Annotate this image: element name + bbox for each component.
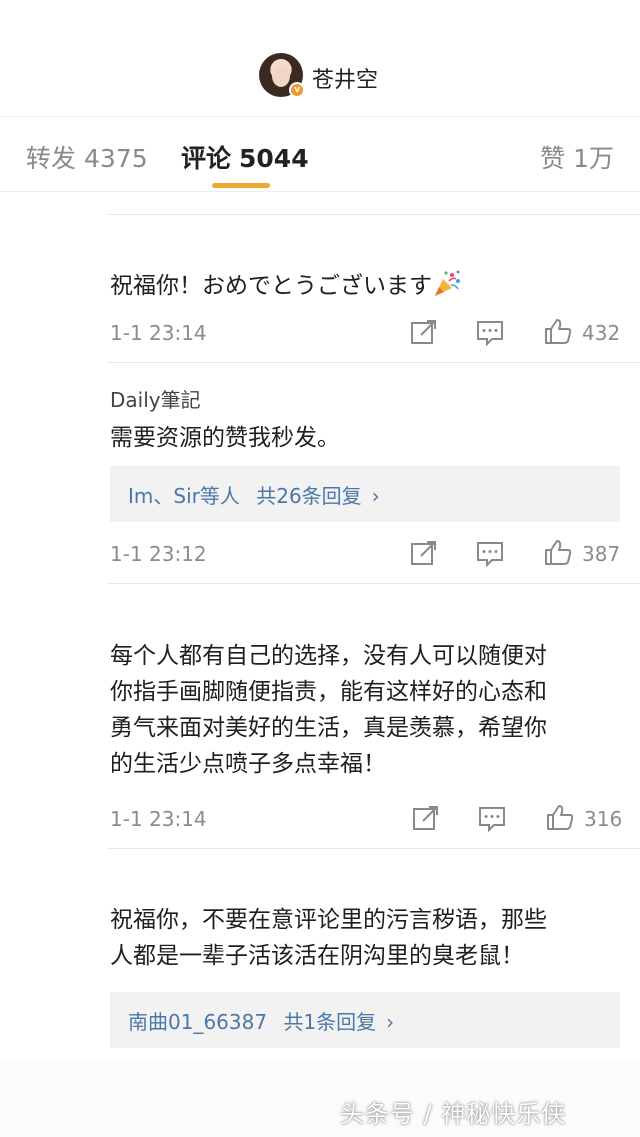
tab-bar: 转发 4375 评论 5044 赞 1万 (0, 116, 640, 192)
party-popper-icon (435, 270, 460, 296)
replies-preview[interactable]: 南曲01_66387 共1条回复 › (110, 992, 620, 1048)
like-count: 387 (582, 542, 621, 566)
comment-text-line: 每个人都有自己的选择，没有人可以随便对 (110, 643, 547, 669)
commenter-name[interactable]: Daily筆記 (110, 384, 201, 413)
comment-text: 祝福你，不要在意评论里的污言秽语，那些 人都是一辈子活该活在阴沟里的臭老鼠！ (110, 902, 630, 974)
comment-divider (108, 848, 640, 849)
tab-repost[interactable]: 转发 4375 (26, 139, 148, 175)
verified-badge-icon: v (289, 82, 305, 98)
chevron-right-icon: › (371, 484, 380, 508)
comment-divider (108, 214, 640, 215)
replies-preview[interactable]: Im、Sir等人 共26条回复 › (110, 466, 620, 522)
comment-divider (108, 583, 640, 584)
tab-comments-count: 5044 (239, 144, 309, 173)
comment-text-line: 祝福你，不要在意评论里的污言秽语，那些 (110, 907, 547, 933)
like-icon[interactable] (545, 803, 575, 831)
like-count: 432 (582, 321, 621, 345)
tab-comments-label: 评论 (181, 144, 232, 173)
comment-divider (108, 362, 640, 363)
like-icon[interactable] (543, 317, 573, 345)
comment-time: 1-1 23:12 (110, 542, 207, 566)
replies-link[interactable]: 南曲01_66387 共1条回复 › (128, 1006, 394, 1035)
tab-likes-count: 1万 (573, 144, 614, 173)
like-icon[interactable] (543, 538, 573, 566)
comment-text: 每个人都有自己的选择，没有人可以随便对 你指手画脚随便指责，能有这样好的心态和 … (110, 638, 630, 782)
reply-users: Im、Sir等人 (128, 484, 240, 508)
tab-likes-label: 赞 (540, 144, 566, 173)
comment-text-content: 祝福你！おめでとうございます (110, 273, 432, 299)
reply-users: 南曲01_66387 (128, 1010, 268, 1034)
username[interactable]: 苍井空 (312, 62, 378, 94)
comment-text: 需要资源的赞我秒发。 (110, 425, 340, 451)
comment-icon[interactable] (475, 539, 505, 567)
like-count: 316 (584, 807, 623, 831)
comment-icon[interactable] (475, 318, 505, 346)
tab-repost-label: 转发 (26, 144, 77, 173)
chevron-right-icon: › (386, 1010, 395, 1034)
tab-repost-count: 4375 (84, 144, 148, 173)
reply-count: 共26条回复 (256, 484, 362, 508)
comment-text-line: 人都是一辈子活该活在阴沟里的臭老鼠！ (110, 943, 524, 969)
comment-time: 1-1 23:14 (110, 807, 207, 831)
comment-text-line: 的生活少点喷子多点幸福！ (110, 751, 386, 777)
replies-link[interactable]: Im、Sir等人 共26条回复 › (128, 480, 380, 509)
tab-likes[interactable]: 赞 1万 (540, 139, 614, 175)
reply-count: 共1条回复 (283, 1010, 377, 1034)
repost-icon[interactable] (409, 539, 439, 567)
tab-comments[interactable]: 评论 5044 (181, 139, 309, 175)
repost-icon[interactable] (409, 318, 439, 346)
comment-time: 1-1 23:14 (110, 321, 207, 345)
top-bar: v 苍井空 (0, 0, 640, 116)
comment-text-line: 你指手画脚随便指责，能有这样好的心态和 (110, 679, 547, 705)
watermark: 头条号 / 神秘快乐侠 (340, 1100, 567, 1128)
comment-icon[interactable] (477, 804, 507, 832)
comment-text: 祝福你！おめでとうございます (110, 268, 630, 304)
repost-icon[interactable] (411, 804, 441, 832)
comment-text-line: 勇气来面对美好的生活，真是羡慕，希望你 (110, 715, 547, 741)
active-tab-indicator (212, 183, 270, 188)
